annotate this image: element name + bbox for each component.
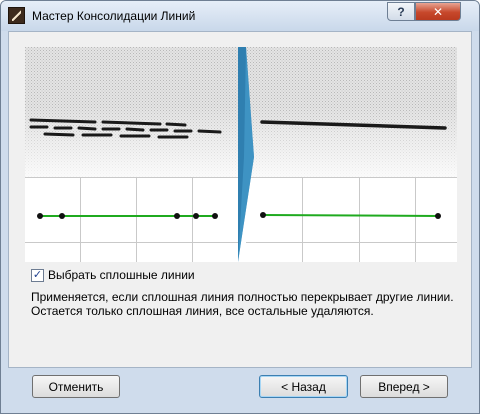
- description-line-1: Применяется, если сплошная линия полност…: [31, 290, 454, 304]
- right-green-line: [260, 212, 441, 219]
- left-green-segments: [37, 213, 218, 219]
- option-description: Применяется, если сплошная линия полност…: [31, 290, 461, 318]
- description-line-2: Остается только сплошная линия, все оста…: [31, 304, 374, 318]
- consolidation-illustration: [25, 47, 457, 262]
- right-grid: [246, 177, 457, 262]
- back-button[interactable]: < Назад: [259, 375, 348, 398]
- before-after-diagram: [25, 47, 457, 262]
- wizard-window: Мастер Консолидации Линий ? ✕ ✓ Выбрать …: [0, 0, 480, 414]
- app-logo-icon: [8, 7, 25, 24]
- close-button[interactable]: ✕: [415, 2, 461, 21]
- solid-lines-label[interactable]: Выбрать сплошные линии: [48, 268, 195, 282]
- solid-lines-option[interactable]: ✓ Выбрать сплошные линии: [31, 267, 195, 283]
- cancel-button[interactable]: Отменить: [32, 375, 120, 398]
- window-title: Мастер Консолидации Линий: [32, 9, 196, 23]
- left-pattern-fade: [25, 107, 238, 177]
- next-button[interactable]: Вперед >: [360, 375, 448, 398]
- left-grid: [25, 177, 238, 262]
- right-pattern-fade: [246, 107, 457, 177]
- help-button[interactable]: ?: [387, 2, 415, 21]
- solid-lines-checkbox[interactable]: ✓: [31, 268, 44, 282]
- wizard-content-panel: ✓ Выбрать сплошные линии Применяется, ес…: [8, 31, 472, 368]
- title-bar: Мастер Консолидации Линий ? ✕: [1, 1, 479, 31]
